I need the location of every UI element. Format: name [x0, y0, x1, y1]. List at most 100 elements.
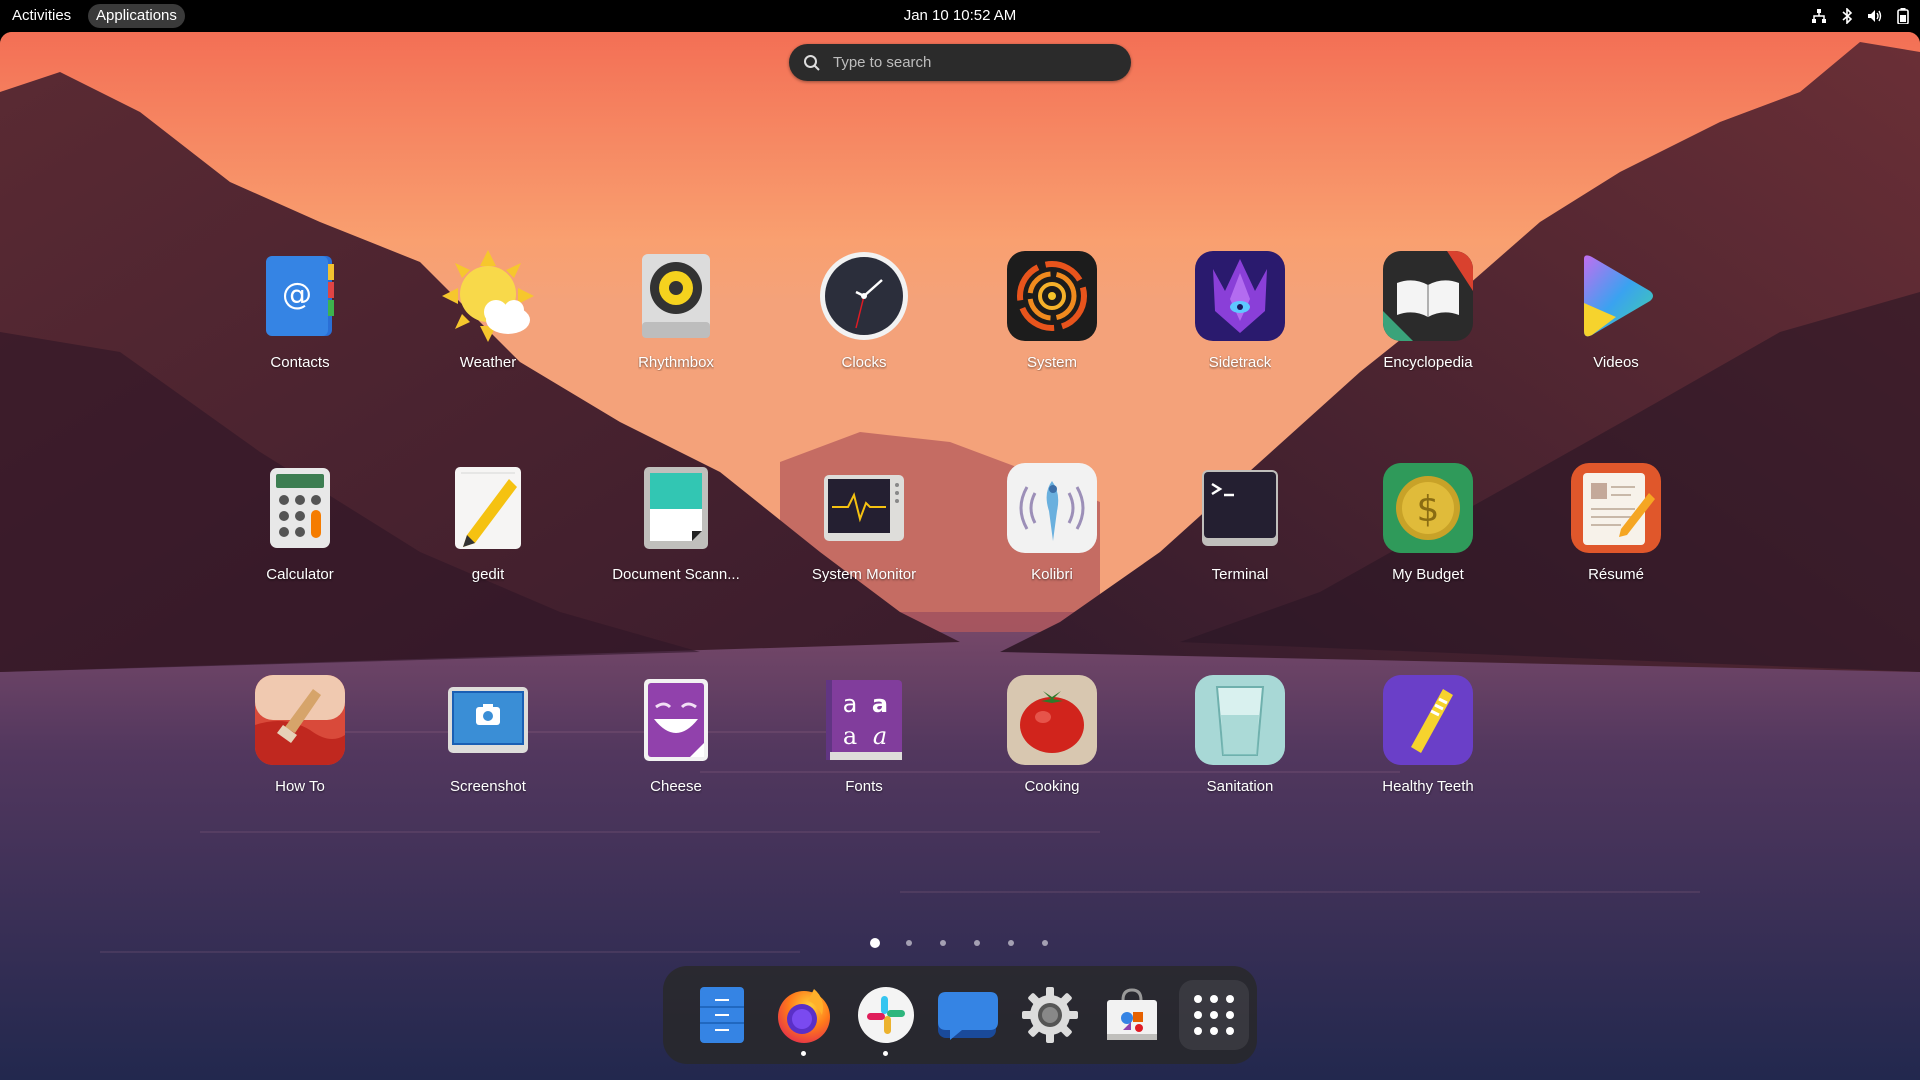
page-dot[interactable]	[1028, 937, 1062, 949]
app-gedit[interactable]: gedit	[408, 452, 568, 602]
page-dot-mark	[940, 940, 946, 946]
svg-text:a: a	[873, 722, 887, 750]
app-encyclopedia[interactable]: Encyclopedia	[1348, 240, 1508, 390]
svg-text:@: @	[282, 277, 312, 312]
how-to-icon	[252, 672, 348, 768]
app-system-monitor[interactable]: System Monitor	[784, 452, 944, 602]
app-rhythmbox[interactable]: Rhythmbox	[596, 240, 756, 390]
page-indicator	[0, 937, 1920, 949]
app-label: How To	[275, 778, 325, 795]
dock-files[interactable]	[687, 980, 757, 1050]
cooking-icon	[1004, 672, 1100, 768]
kolibri-icon	[1004, 460, 1100, 556]
app-kolibri[interactable]: Kolibri	[972, 452, 1132, 602]
app-cooking[interactable]: Cooking	[972, 664, 1132, 814]
healthy-teeth-icon	[1380, 672, 1476, 768]
app-videos[interactable]: Videos	[1536, 240, 1696, 390]
app-weather[interactable]: Weather	[408, 240, 568, 390]
app-my-budget[interactable]: $ My Budget	[1348, 452, 1508, 602]
dock-software[interactable]	[1097, 980, 1167, 1050]
svg-text:a: a	[872, 690, 888, 718]
app-sidetrack[interactable]: Sidetrack	[1160, 240, 1320, 390]
app-label: Sanitation	[1206, 778, 1274, 795]
slack-icon	[858, 987, 914, 1043]
dock-chat[interactable]	[933, 980, 1003, 1050]
app-label: gedit	[471, 566, 505, 583]
calculator-icon	[252, 460, 348, 556]
gedit-icon	[440, 460, 536, 556]
app-how-to[interactable]: How To	[220, 664, 380, 814]
app-label: Healthy Teeth	[1382, 778, 1474, 795]
running-indicator	[801, 1051, 806, 1056]
document-scanner-icon	[628, 460, 724, 556]
dock-show-apps[interactable]	[1179, 980, 1249, 1050]
files-icon	[700, 987, 744, 1043]
chat-icon	[938, 992, 998, 1040]
encyclopedia-icon	[1380, 248, 1476, 344]
page-dot-mark	[906, 940, 912, 946]
app-label: System Monitor	[811, 566, 917, 583]
app-screenshot[interactable]: Screenshot	[408, 664, 568, 814]
page-dot-mark	[1008, 940, 1014, 946]
app-sanitation[interactable]: Sanitation	[1160, 664, 1320, 814]
app-label: System	[1026, 354, 1077, 371]
rhythmbox-icon	[628, 248, 724, 344]
app-label: Screenshot	[450, 778, 526, 795]
app-label: Sidetrack	[1208, 354, 1272, 371]
page-dot-mark	[1042, 940, 1048, 946]
app-label: Rhythmbox	[638, 354, 714, 371]
top-bar: Activities Applications Jan 10 10:52 AM	[0, 0, 1920, 32]
app-contacts[interactable]: @ Contacts	[220, 240, 380, 390]
page-dot-mark	[974, 940, 980, 946]
search-input[interactable]	[831, 53, 1115, 72]
sanitation-icon	[1192, 672, 1288, 768]
my-budget-icon: $	[1380, 460, 1476, 556]
running-indicator	[883, 1051, 888, 1056]
page-dot[interactable]	[994, 937, 1028, 949]
app-fonts[interactable]: aaaa Fonts	[784, 664, 944, 814]
network-icon[interactable]	[1810, 7, 1828, 25]
videos-icon	[1568, 248, 1664, 344]
dock	[663, 966, 1257, 1064]
app-system[interactable]: System	[972, 240, 1132, 390]
activities-button[interactable]: Activities	[4, 4, 79, 28]
app-resume[interactable]: Résumé	[1536, 452, 1696, 602]
app-label: Calculator	[266, 566, 334, 583]
page-dot[interactable]	[960, 937, 994, 949]
page-dot-mark	[870, 938, 880, 948]
clock-datetime[interactable]: Jan 10 10:52 AM	[904, 7, 1017, 24]
app-label: Encyclopedia	[1383, 354, 1473, 371]
bluetooth-icon[interactable]	[1838, 7, 1856, 25]
app-label: Cooking	[1024, 778, 1080, 795]
software-store-icon	[1107, 988, 1157, 1040]
app-cheese[interactable]: Cheese	[596, 664, 756, 814]
system-tray[interactable]	[1810, 0, 1912, 32]
search-bar[interactable]	[789, 44, 1131, 81]
app-label: Videos	[1593, 354, 1639, 371]
page-dot[interactable]	[858, 937, 892, 949]
app-document-scanner[interactable]: Document Scann...	[596, 452, 756, 602]
svg-text:a: a	[843, 722, 857, 750]
dock-firefox[interactable]	[769, 980, 839, 1056]
dock-settings[interactable]	[1015, 980, 1085, 1050]
system-icon	[1004, 248, 1100, 344]
app-calculator[interactable]: Calculator	[220, 452, 380, 602]
app-clocks[interactable]: Clocks	[784, 240, 944, 390]
page-dot[interactable]	[926, 937, 960, 949]
volume-icon[interactable]	[1866, 7, 1884, 25]
applications-button[interactable]: Applications	[88, 4, 185, 28]
battery-icon[interactable]	[1894, 7, 1912, 25]
app-label: My Budget	[1392, 566, 1464, 583]
dock-slack[interactable]	[851, 980, 921, 1056]
page-dot[interactable]	[892, 937, 926, 949]
settings-gear-icon	[1022, 987, 1078, 1043]
app-label: Clocks	[841, 354, 887, 371]
app-label: Fonts	[845, 778, 883, 795]
app-healthy-teeth[interactable]: Healthy Teeth	[1348, 664, 1508, 814]
cheese-icon	[628, 672, 724, 768]
svg-text:a: a	[843, 690, 858, 718]
app-terminal[interactable]: Terminal	[1160, 452, 1320, 602]
app-grid-icon	[1194, 995, 1234, 1035]
resume-icon	[1568, 460, 1664, 556]
app-label: Weather	[459, 354, 517, 371]
